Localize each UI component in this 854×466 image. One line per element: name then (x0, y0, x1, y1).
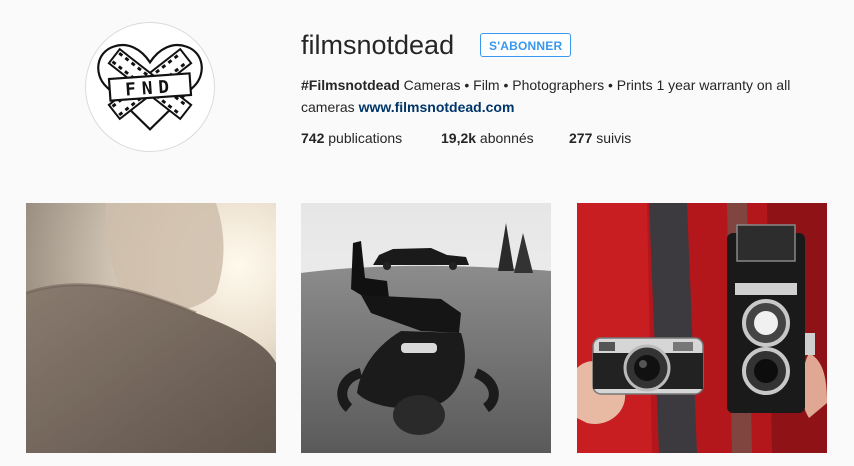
stat-publications[interactable]: 742 publications (301, 128, 402, 148)
stat-publications-label: publications (324, 130, 403, 146)
post-image-portrait (26, 203, 276, 453)
profile-bio: #Filmsnotdead Cameras • Film • Photograp… (301, 74, 801, 118)
follow-button[interactable]: S'ABONNER (480, 33, 572, 57)
profile-avatar: FND (85, 22, 215, 152)
stat-following-count: 277 (569, 130, 593, 146)
post-image-cameras (577, 203, 827, 453)
post-image-grass (301, 203, 551, 453)
stat-publications-count: 742 (301, 130, 325, 146)
post-thumbnail-3[interactable] (577, 203, 827, 453)
fnd-heart-logo: FND (97, 43, 203, 131)
stat-following-label: suivis (592, 130, 632, 146)
post-thumbnail-2[interactable] (301, 203, 551, 453)
stat-followers[interactable]: 19,2k abonnés (441, 128, 534, 148)
logo-lettering: FND (125, 77, 176, 100)
profile-username: filmsnotdead (301, 30, 455, 60)
stat-followers-count: 19,2k (441, 130, 477, 146)
post-thumbnail-1[interactable] (26, 203, 276, 453)
bio-website-link[interactable]: www.filmsnotdead.com (359, 99, 515, 115)
stat-following[interactable]: 277 suivis (569, 128, 631, 148)
bio-hashtag: #Filmsnotdead (301, 77, 400, 93)
stat-followers-label: abonnés (476, 130, 534, 146)
